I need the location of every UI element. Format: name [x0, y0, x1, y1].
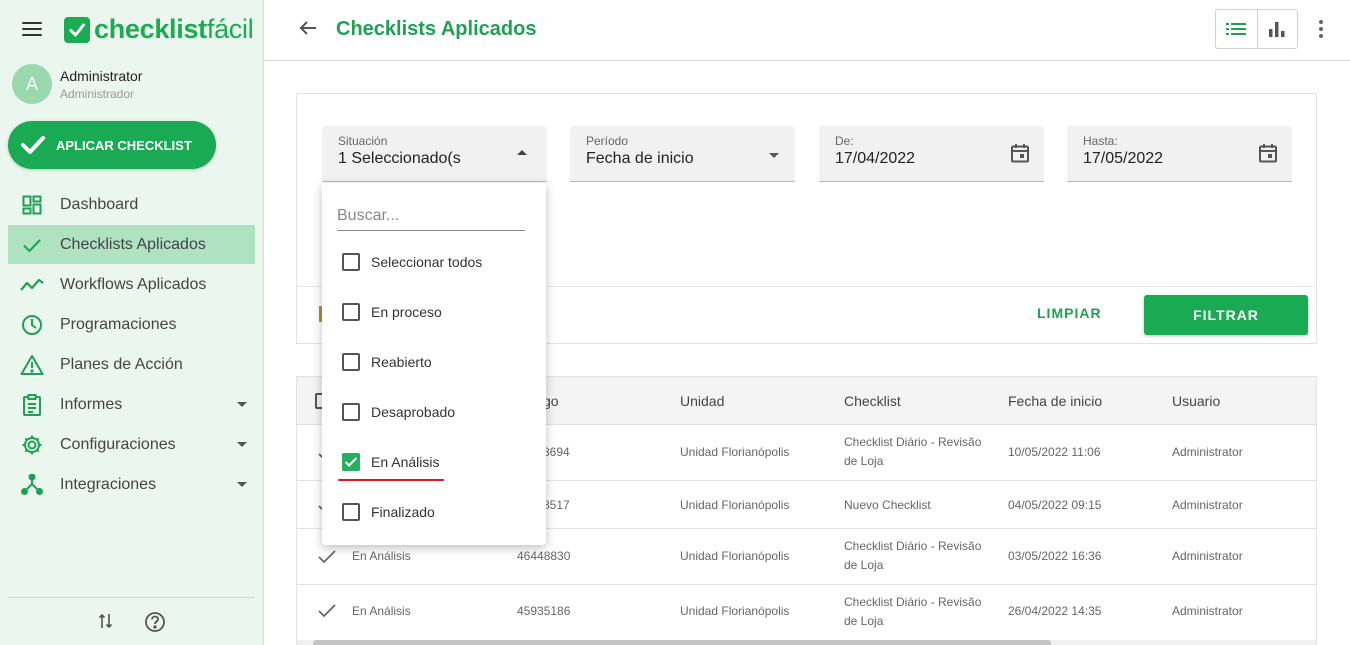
option-en-proceso[interactable]: En proceso — [342, 300, 442, 324]
sidebar-footer — [8, 597, 255, 645]
logo-text: checklistfácil — [94, 14, 254, 44]
dropdown-search — [337, 207, 525, 231]
sidebar-item-planes[interactable]: Planes de Acción — [8, 345, 255, 384]
checkbox-checked[interactable] — [342, 453, 360, 471]
option-finalizado[interactable]: Finalizado — [342, 500, 435, 524]
dashboard-icon — [20, 193, 44, 217]
checkbox[interactable] — [342, 503, 360, 521]
date-from-field[interactable]: De: 17/04/2022 — [819, 126, 1044, 182]
sidebar-nav: Dashboard Checklists Aplicados Workflows… — [8, 185, 255, 505]
avatar: A — [12, 64, 52, 104]
arrow-up-icon — [517, 150, 527, 155]
column-header-date[interactable]: Fecha de inicio — [1008, 393, 1102, 409]
filter-button[interactable]: FILTRAR — [1144, 295, 1308, 335]
column-header-user[interactable]: Usuario — [1172, 393, 1220, 409]
sidebar-item-workflows[interactable]: Workflows Aplicados — [8, 265, 255, 304]
user-profile[interactable]: A Administrator Administrador — [12, 64, 142, 104]
integration-icon — [20, 473, 44, 497]
table-row[interactable]: En Análisis 45935186 Unidad Florianópoli… — [297, 585, 1316, 641]
column-header-unit[interactable]: Unidad — [680, 393, 724, 409]
check-icon — [344, 457, 358, 467]
user-role: Administrador — [60, 86, 135, 101]
sidebar-item-dashboard[interactable]: Dashboard — [8, 185, 255, 224]
option-select-all[interactable]: Seleccionar todos — [342, 250, 482, 274]
status-text: En Análisis — [352, 549, 411, 563]
gear-icon — [20, 433, 44, 457]
option-en-analisis[interactable]: En Análisis — [342, 450, 439, 474]
scrollbar-thumb[interactable] — [313, 640, 1051, 645]
highlight-underline — [338, 479, 444, 481]
periodo-select[interactable]: Período Fecha de inicio — [570, 126, 795, 182]
back-arrow-icon[interactable] — [298, 18, 318, 43]
situacion-select[interactable]: Situación 1 Seleccionado(s — [322, 126, 547, 182]
chevron-down-icon — [237, 442, 247, 447]
date-to-field[interactable]: Hasta: 17/05/2022 — [1067, 126, 1292, 182]
sidebar-item-programaciones[interactable]: Programaciones — [8, 305, 255, 344]
clipboard-icon — [20, 393, 44, 417]
sort-icon[interactable] — [98, 612, 114, 635]
option-reabierto[interactable]: Reabierto — [342, 350, 432, 374]
page-title: Checklists Aplicados — [336, 18, 537, 40]
apply-checklist-button[interactable]: APLICAR CHECKLIST — [8, 121, 216, 169]
search-input[interactable] — [337, 207, 525, 225]
logo[interactable]: checklistfácil — [64, 14, 254, 45]
more-vert-icon[interactable] — [1318, 19, 1324, 44]
chart-view-button[interactable] — [1256, 10, 1298, 48]
clear-button[interactable]: LIMPIAR — [1037, 305, 1102, 321]
logo-check-icon — [64, 16, 90, 43]
situacion-dropdown: Seleccionar todos En proceso Reabierto D… — [322, 183, 546, 545]
check-icon — [20, 233, 44, 257]
calendar-icon[interactable] — [1010, 143, 1030, 168]
sidebar-item-checklists[interactable]: Checklists Aplicados — [8, 225, 255, 264]
view-toggle — [1215, 9, 1298, 49]
column-header-checklist[interactable]: Checklist — [844, 393, 901, 409]
checkbox[interactable] — [342, 353, 360, 371]
checkbox[interactable] — [342, 403, 360, 421]
checkbox[interactable] — [342, 253, 360, 271]
clock-icon — [20, 313, 44, 337]
chevron-down-icon — [237, 482, 247, 487]
list-icon — [1226, 23, 1247, 35]
sidebar-item-integraciones[interactable]: Integraciones — [8, 465, 255, 504]
horizontal-scrollbar[interactable] — [297, 640, 1316, 645]
arrow-down-icon — [769, 153, 779, 158]
bar-chart-icon — [1269, 22, 1285, 37]
sidebar: checklistfácil A Administrator Administr… — [0, 0, 264, 645]
help-icon[interactable] — [144, 611, 166, 638]
check-icon — [21, 136, 45, 154]
status-text: En Análisis — [352, 604, 411, 618]
check-icon — [317, 549, 337, 570]
option-desaprobado[interactable]: Desaprobado — [342, 400, 455, 424]
warning-icon — [20, 353, 44, 377]
sidebar-item-configuraciones[interactable]: Configuraciones — [8, 425, 255, 464]
check-icon — [317, 603, 337, 624]
list-view-button[interactable] — [1216, 10, 1257, 48]
menu-icon[interactable] — [22, 22, 42, 38]
sidebar-item-informes[interactable]: Informes — [8, 385, 255, 424]
user-name: Administrator — [60, 67, 143, 84]
checkbox[interactable] — [342, 303, 360, 321]
calendar-icon[interactable] — [1258, 143, 1278, 168]
trending-icon — [20, 273, 44, 297]
chevron-down-icon — [237, 402, 247, 407]
top-header: Checklists Aplicados — [264, 0, 1350, 61]
